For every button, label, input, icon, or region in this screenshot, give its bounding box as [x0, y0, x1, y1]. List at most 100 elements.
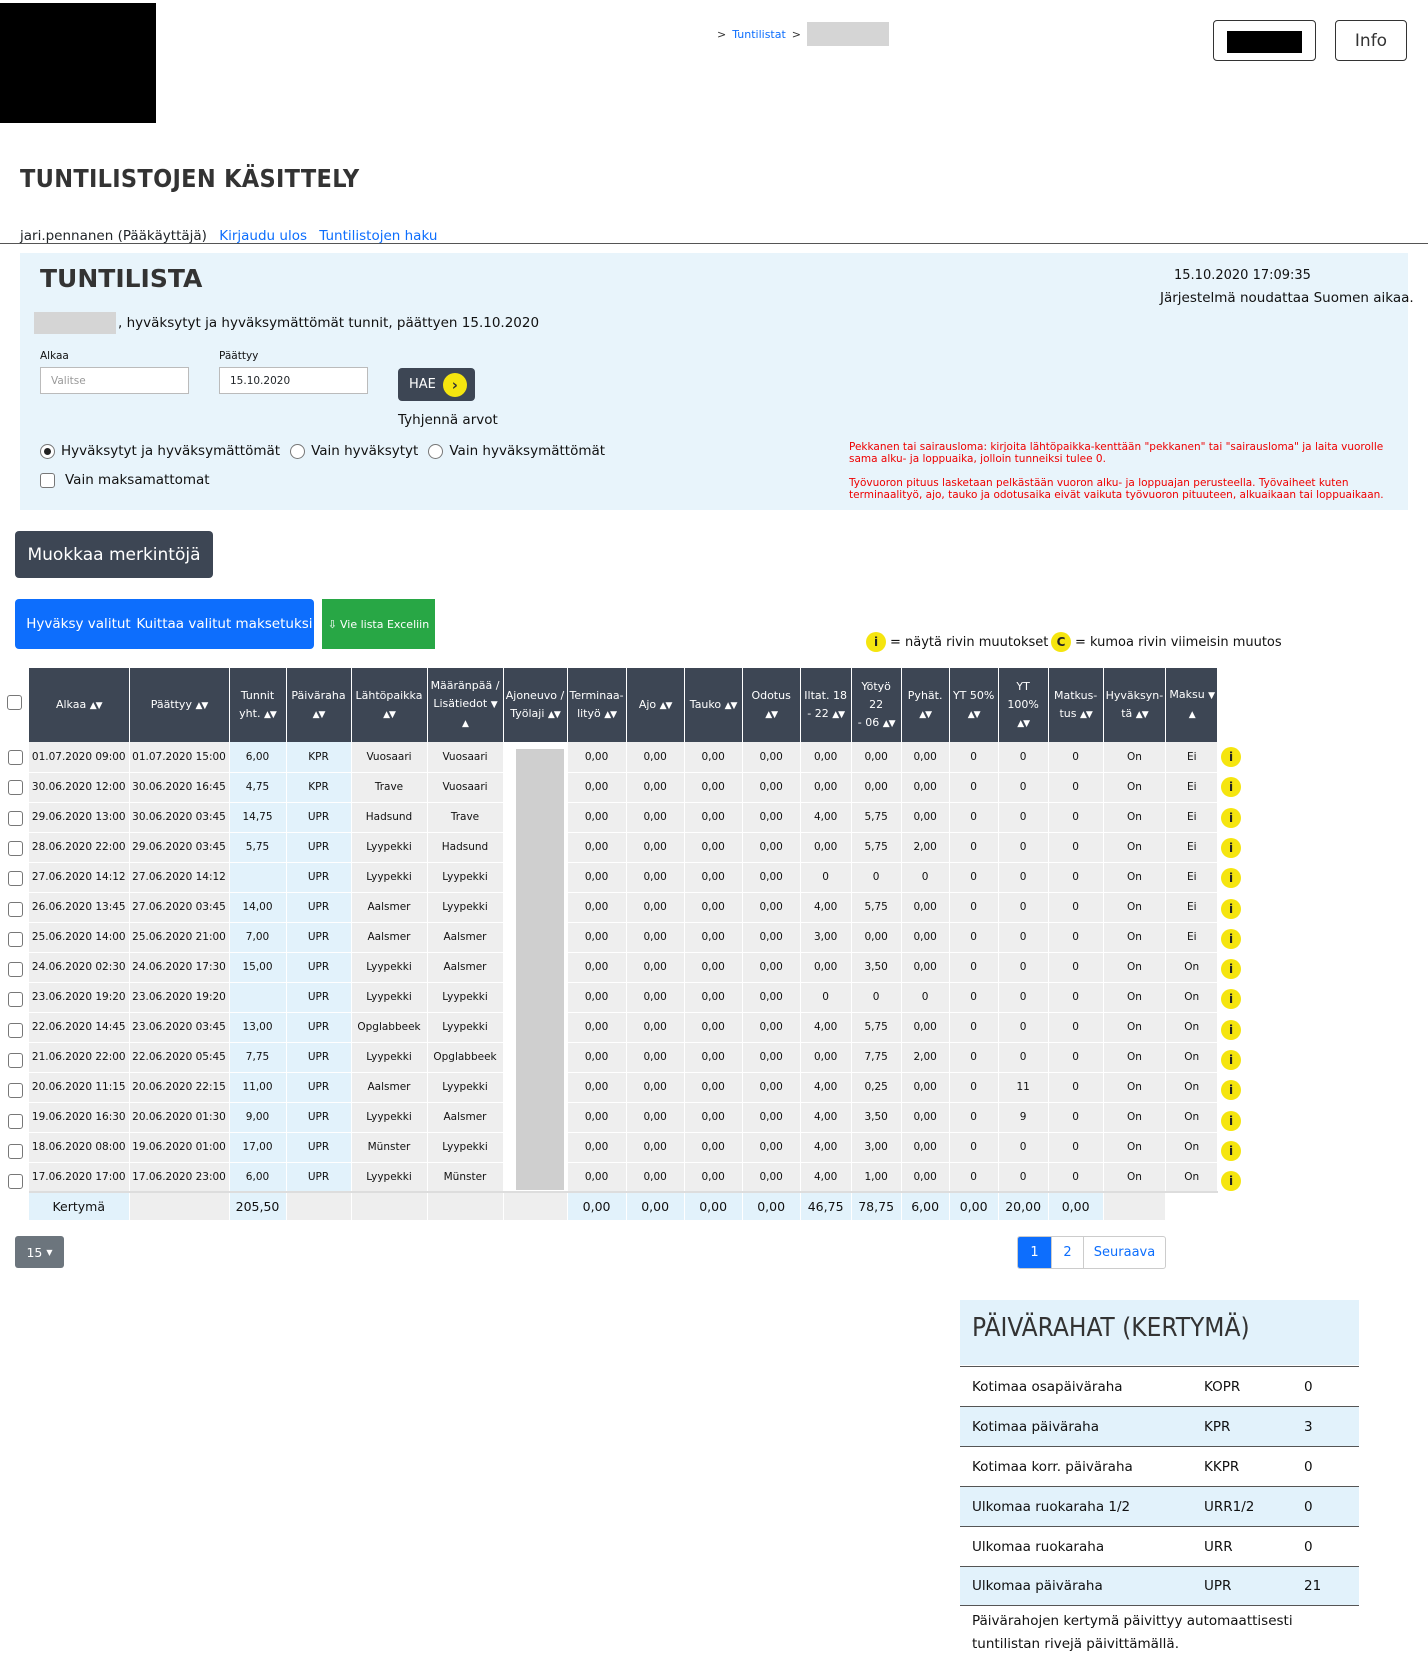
start-date-input[interactable]: Valitse	[40, 367, 189, 394]
breadcrumb-link-tuntilistat[interactable]: Tuntilistat	[732, 28, 786, 41]
row-info-icon[interactable]: i	[1221, 1019, 1241, 1040]
table-cell: UPR	[286, 952, 352, 983]
row-info-icon[interactable]: i	[1221, 989, 1241, 1010]
table-cell: 0	[851, 982, 902, 1013]
table-row[interactable]: 29.06.2020 13:00 30.06.2020 03:45 14,75 UPR…	[29, 802, 1219, 833]
row-info-icon[interactable]: i	[1221, 1110, 1241, 1131]
table-row[interactable]: 26.06.2020 13:45 27.06.2020 03:45 14,00 UPR…	[29, 892, 1219, 923]
table-row[interactable]: 30.06.2020 12:00 30.06.2020 16:45 4,75 KPR T…	[29, 772, 1219, 803]
row-info-icon[interactable]: i	[1221, 837, 1241, 858]
row-checkbox[interactable]	[8, 1022, 23, 1038]
col-vehicle[interactable]: Ajoneuvo / Työlaji ▲▼	[503, 668, 568, 742]
col-drive[interactable]: Ajo ▲▼	[626, 668, 685, 742]
unpaid-only-checkbox[interactable]	[40, 472, 55, 488]
table-row[interactable]: 27.06.2020 14:12 27.06.2020 14:12 UPR Lyype…	[29, 862, 1219, 893]
col-end[interactable]: Päättyy ▲▼	[129, 668, 230, 742]
col-holiday[interactable]: Pyhät. ▲▼	[901, 668, 950, 742]
row-checkbox[interactable]	[8, 931, 23, 947]
col-terminal[interactable]: Terminaa-lityö ▲▼	[567, 668, 627, 742]
next-page-button[interactable]: Seuraava	[1084, 1237, 1165, 1268]
table-cell: Aalsmer	[427, 1102, 504, 1133]
info-button[interactable]: Info	[1335, 20, 1407, 61]
row-checkbox[interactable]	[8, 962, 23, 978]
select-all-checkbox[interactable]	[7, 695, 22, 710]
table-row[interactable]: 24.06.2020 02:30 24.06.2020 17:30 15,00 UPR…	[29, 952, 1219, 983]
table-row[interactable]: 22.06.2020 14:45 23.06.2020 03:45 13,00 UPR…	[29, 1012, 1219, 1043]
table-cell: 27.06.2020 14:12	[29, 862, 130, 893]
col-yt50[interactable]: YT 50% ▲▼	[949, 668, 999, 742]
page-2-button[interactable]: 2	[1052, 1237, 1084, 1268]
edit-entries-button[interactable]: Muokkaa merkintöjä	[15, 531, 213, 578]
table-cell: Lyypekki	[427, 1072, 504, 1103]
table-row[interactable]: 17.06.2020 17:00 17.06.2020 23:00 6,00 UPR L…	[29, 1162, 1219, 1193]
row-info-icon[interactable]: i	[1221, 1050, 1241, 1070]
page-1-button[interactable]: 1	[1018, 1237, 1052, 1268]
search-timesheets-link[interactable]: Tuntilistojen haku	[319, 228, 437, 244]
search-button[interactable]: HAE ›	[398, 368, 475, 401]
col-evening[interactable]: Iltat. 18- 22 ▲▼	[800, 668, 852, 742]
table-cell: On	[1103, 1102, 1167, 1133]
row-checkbox[interactable]	[8, 810, 23, 826]
col-start[interactable]: Alkaa ▲▼	[29, 668, 130, 742]
table-row[interactable]: 18.06.2020 08:00 19.06.2020 01:00 17,00 UPR…	[29, 1132, 1219, 1163]
row-checkbox[interactable]	[8, 1143, 23, 1159]
table-cell: 0,00	[800, 952, 852, 983]
row-checkbox[interactable]	[8, 780, 23, 796]
table-row[interactable]: 23.06.2020 19:20 23.06.2020 19:20 UPR Lyype…	[29, 982, 1219, 1013]
table-cell: 0	[800, 982, 852, 1013]
radio-all[interactable]	[40, 443, 55, 459]
table-row[interactable]: 25.06.2020 14:00 25.06.2020 21:00 7,00 UPR A…	[29, 922, 1219, 953]
allowance-row: Ulkomaa päiväraha UPR 21	[960, 1566, 1359, 1606]
col-hours[interactable]: Tunnit yht. ▲▼	[229, 668, 287, 742]
table-cell: 7,00	[229, 922, 287, 953]
radio-approved[interactable]	[290, 443, 306, 459]
col-yt100[interactable]: YT 100% ▲▼	[998, 668, 1049, 742]
row-checkbox[interactable]	[8, 1053, 23, 1068]
row-checkbox[interactable]	[8, 750, 23, 765]
row-info-icon[interactable]: i	[1221, 959, 1241, 980]
col-destination[interactable]: Määränpää / Lisätiedot ▼ ▲	[427, 668, 504, 742]
table-row[interactable]: 20.06.2020 11:15 20.06.2020 22:15 11,00 UPR…	[29, 1072, 1219, 1103]
col-from[interactable]: Lähtöpaikka ▲▼	[351, 668, 428, 742]
row-info-icon[interactable]: i	[1221, 747, 1241, 767]
row-info-icon[interactable]: i	[1221, 807, 1241, 828]
row-info-icon[interactable]: i	[1221, 928, 1241, 949]
page-size-select[interactable]: 15 ▼	[15, 1236, 64, 1268]
end-date-input[interactable]: 15.10.2020	[219, 367, 368, 394]
row-info-icon[interactable]: i	[1221, 1140, 1241, 1161]
table-row[interactable]: 28.06.2020 22:00 29.06.2020 03:45 5,75 UPR L…	[29, 832, 1219, 863]
clear-values-link[interactable]: Tyhjennä arvot	[398, 412, 498, 428]
col-approved[interactable]: Hyväksyn-tä ▲▼	[1103, 668, 1167, 742]
row-checkbox[interactable]	[8, 992, 23, 1008]
col-travel[interactable]: Matkus-tus ▲▼	[1048, 668, 1104, 742]
table-row[interactable]: 01.07.2020 09:00 01.07.2020 15:00 6,00 KPR V…	[29, 742, 1219, 773]
row-checkbox[interactable]	[8, 1083, 23, 1099]
row-checkbox[interactable]	[8, 1174, 23, 1190]
row-info-icon[interactable]: i	[1221, 1080, 1241, 1101]
account-button[interactable]	[1213, 20, 1316, 61]
table-cell: 27.06.2020 14:12	[129, 862, 230, 893]
radio-unapproved[interactable]	[428, 443, 444, 459]
col-night[interactable]: Yötyö 22- 06 ▲▼	[851, 668, 902, 742]
col-paid[interactable]: Maksu ▼ ▲	[1165, 668, 1219, 742]
export-excel-button[interactable]: ⇩ Vie lista Exceliin	[322, 599, 435, 649]
row-checkbox[interactable]	[8, 840, 23, 856]
logout-link[interactable]: Kirjaudu ulos	[219, 228, 307, 244]
row-info-icon[interactable]: i	[1221, 868, 1241, 889]
table-cell: 2,00	[901, 832, 950, 863]
export-excel-label: Vie lista Exceliin	[339, 617, 430, 631]
table-row[interactable]: 21.06.2020 22:00 22.06.2020 05:45 7,75 UPR L…	[29, 1042, 1219, 1073]
col-break[interactable]: Tauko ▲▼	[684, 668, 743, 742]
row-info-icon[interactable]: i	[1221, 1171, 1241, 1192]
row-info-icon[interactable]: i	[1221, 777, 1241, 798]
col-wait[interactable]: Odotus ▲▼	[742, 668, 801, 742]
row-info-icon[interactable]: i	[1221, 898, 1241, 919]
table-cell: 0,00	[684, 832, 743, 863]
table-row[interactable]: 19.06.2020 16:30 20.06.2020 01:30 9,00 UPR L…	[29, 1102, 1219, 1133]
row-checkbox[interactable]	[8, 871, 23, 887]
mark-paid-button[interactable]: Kuittaa valitut maksetuksi	[135, 599, 314, 649]
col-allowance[interactable]: Päiväraha ▲▼	[286, 668, 352, 742]
row-checkbox[interactable]	[8, 1113, 23, 1129]
approve-selected-button[interactable]: Hyväksy valitut	[15, 599, 142, 649]
row-checkbox[interactable]	[8, 901, 23, 917]
